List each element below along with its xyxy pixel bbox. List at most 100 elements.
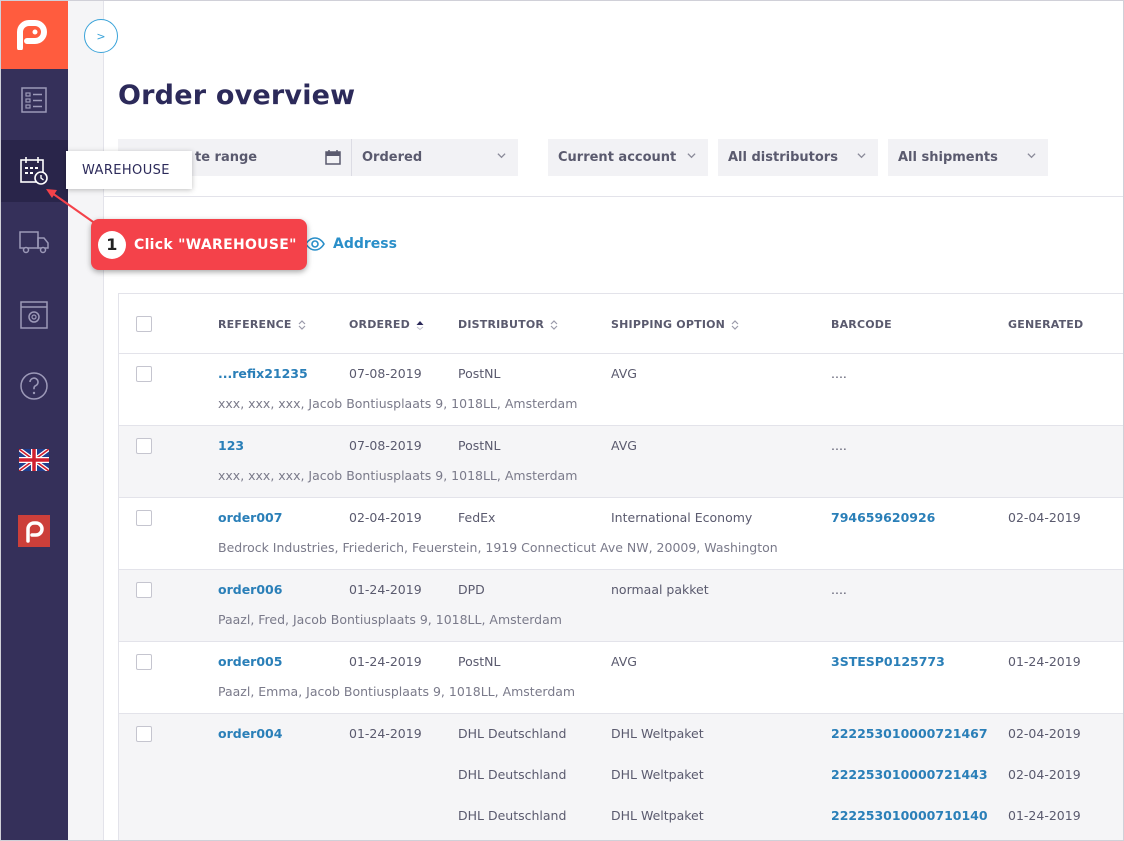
chevron-down-icon <box>1027 153 1036 159</box>
order-address: Paazl, Fred, Jacob Bontiusplaats 9, 1018… <box>218 612 562 627</box>
expand-panel-button[interactable]: > <box>84 19 118 53</box>
distributor: PostNL <box>458 366 501 381</box>
barcode: .... <box>831 438 847 453</box>
sidebar-item-language[interactable] <box>0 429 68 491</box>
ordered-date: 01-24-2019 <box>349 582 422 597</box>
shipping-option: International Economy <box>611 510 753 525</box>
sidebar-item-help[interactable] <box>0 355 68 417</box>
column-header-label: DISTRIBUTOR <box>458 318 545 331</box>
column-header-distributor[interactable]: DISTRIBUTOR <box>458 318 558 331</box>
help-icon <box>20 372 48 400</box>
paazl-logo-icon <box>18 515 50 547</box>
sidebar-item-brand[interactable] <box>0 500 68 562</box>
barcode: .... <box>831 366 847 381</box>
barcode-link[interactable]: 222253010000710140 <box>831 808 988 823</box>
shipment-filter-label: All shipments <box>898 150 998 165</box>
barcode-link[interactable]: 794659620926 <box>831 510 935 525</box>
sort-asc-icon <box>416 320 424 330</box>
distributor-filter[interactable]: All distributors <box>718 139 878 176</box>
truck-icon <box>19 231 49 254</box>
row-checkbox[interactable] <box>136 366 152 382</box>
order-reference-link[interactable]: order005 <box>218 654 282 669</box>
status-filter[interactable]: Ordered <box>352 139 518 176</box>
table-row[interactable]: order006 01-24-2019 DPD normaal pakket .… <box>119 570 1124 642</box>
distributor: PostNL <box>458 438 501 453</box>
shipping-option: AVG <box>611 654 637 669</box>
row-checkbox[interactable] <box>136 654 152 670</box>
ordered-date: 07-08-2019 <box>349 366 422 381</box>
barcode-link[interactable]: 222253010000721467 <box>831 726 988 741</box>
shipping-option: AVG <box>611 366 637 381</box>
sort-icon <box>550 319 558 330</box>
sidebar-item-shipping[interactable] <box>0 211 68 273</box>
order-reference-link[interactable]: ...refix21235 <box>218 366 308 381</box>
column-header-shipping-option[interactable]: SHIPPING OPTION <box>611 318 739 331</box>
warehouse-tooltip: WAREHOUSE <box>66 151 192 189</box>
distributor: DPD <box>458 582 485 597</box>
table-row[interactable]: ...refix21235 07-08-2019 PostNL AVG ....… <box>119 354 1124 426</box>
uk-flag-icon <box>19 449 49 471</box>
ordered-date: 07-08-2019 <box>349 438 422 453</box>
sidebar-item-warehouse[interactable] <box>0 140 68 202</box>
row-checkbox[interactable] <box>136 510 152 526</box>
column-header-barcode: BARCODE <box>831 318 892 331</box>
distributor: DHL Deutschland <box>458 767 567 782</box>
distributor: FedEx <box>458 510 496 525</box>
sort-icon <box>731 319 739 330</box>
select-all-checkbox[interactable] <box>136 316 152 332</box>
table-row[interactable]: order005 01-24-2019 PostNL AVG 3STESP012… <box>119 642 1124 714</box>
shipment-filter[interactable]: All shipments <box>888 139 1048 176</box>
status-filter-label: Ordered <box>362 150 423 165</box>
distributor: DHL Deutschland <box>458 808 567 823</box>
sidebar-item-settings[interactable] <box>0 284 68 346</box>
order-reference-link[interactable]: 123 <box>218 438 244 453</box>
table-row[interactable]: order007 02-04-2019 FedEx International … <box>119 498 1124 570</box>
collapsed-panel <box>68 0 104 841</box>
warehouse-calendar-icon <box>20 157 48 185</box>
barcode-link[interactable]: 222253010000721443 <box>831 767 988 782</box>
order-address: xxx, xxx, xxx, Jacob Bontiusplaats 9, 10… <box>218 468 578 483</box>
settings-window-icon <box>20 301 48 329</box>
sidebar <box>0 0 68 841</box>
generated-date: 02-04-2019 <box>1008 510 1081 525</box>
barcode-link[interactable]: 3STESP0125773 <box>831 654 945 669</box>
row-checkbox[interactable] <box>136 438 152 454</box>
order-reference-link[interactable]: order004 <box>218 726 282 741</box>
column-header-label: SHIPPING OPTION <box>611 318 726 331</box>
shipping-option: normaal pakket <box>611 582 709 597</box>
row-checkbox[interactable] <box>136 726 152 742</box>
distributor: PostNL <box>458 654 501 669</box>
step-number: 1 <box>98 230 126 259</box>
list-icon <box>21 87 47 113</box>
ordered-date: 01-24-2019 <box>349 654 422 669</box>
distributor: DHL Deutschland <box>458 726 567 741</box>
eye-icon <box>305 237 325 251</box>
page-title: Order overview <box>118 80 356 111</box>
order-reference-link[interactable]: order007 <box>218 510 282 525</box>
paazl-logo-icon <box>17 19 47 50</box>
order-address: Bedrock Industries, Friederich, Feuerste… <box>218 540 778 555</box>
order-address: Paazl, Emma, Jacob Bontiusplaats 9, 1018… <box>218 684 576 699</box>
sidebar-item-orders[interactable] <box>0 69 68 131</box>
account-filter-label: Current account <box>558 150 677 165</box>
column-header-label: GENERATED <box>1008 318 1084 331</box>
table-row[interactable]: order004 01-24-2019 DHL Deutschland DHL … <box>119 714 1124 841</box>
shipping-option: DHL Weltpaket <box>611 767 704 782</box>
chevron-down-icon <box>497 153 506 159</box>
paazl-logo[interactable] <box>0 0 68 69</box>
column-header-ordered[interactable]: ORDERED <box>349 318 424 331</box>
chevron-down-icon <box>687 153 696 159</box>
generated-date: 02-04-2019 <box>1008 726 1081 741</box>
column-header-label: REFERENCE <box>218 318 292 331</box>
order-reference-link[interactable]: order006 <box>218 582 282 597</box>
order-address: xxx, xxx, xxx, Jacob Bontiusplaats 9, 10… <box>218 396 578 411</box>
column-header-reference[interactable]: REFERENCE <box>218 318 306 331</box>
generated-date: 02-04-2019 <box>1008 767 1081 782</box>
distributor-filter-label: All distributors <box>728 150 838 165</box>
table-row[interactable]: 123 07-08-2019 PostNL AVG .... xxx, xxx,… <box>119 426 1124 498</box>
divider <box>104 196 1124 197</box>
account-filter[interactable]: Current account <box>548 139 708 176</box>
row-checkbox[interactable] <box>136 582 152 598</box>
shipping-option: AVG <box>611 438 637 453</box>
address-toggle[interactable]: Address <box>305 236 397 252</box>
